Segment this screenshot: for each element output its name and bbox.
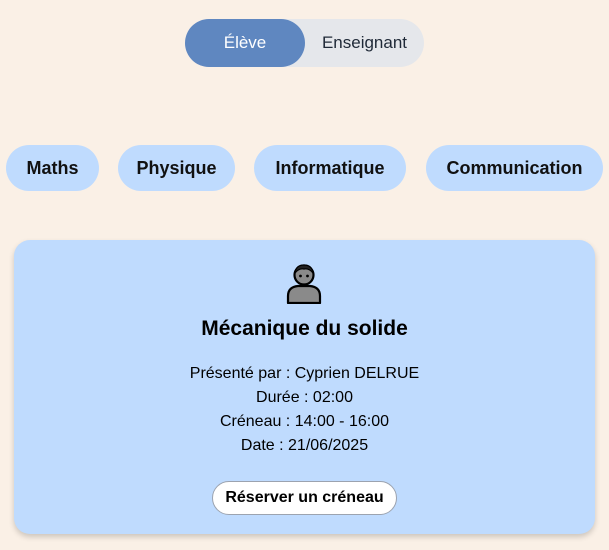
role-option-eleve[interactable]: Élève	[185, 19, 305, 67]
person-icon	[284, 262, 324, 305]
role-option-enseignant[interactable]: Enseignant	[305, 19, 424, 67]
subject-filter-communication[interactable]: Communication	[426, 145, 603, 191]
course-date: Date : 21/06/2025	[240, 437, 369, 454]
course-slot: Créneau : 14:00 - 16:00	[219, 413, 389, 430]
course-card: Mécanique du solide Présenté par : Cypri…	[14, 240, 595, 534]
subject-filter-physique[interactable]: Physique	[118, 145, 235, 191]
subject-filter-maths[interactable]: Maths	[6, 145, 99, 191]
course-presenter: Présenté par : Cyprien DELRUE	[189, 365, 420, 382]
course-duration: Durée : 02:00	[256, 389, 353, 406]
course-details: Présenté par : Cyprien DELRUE Durée : 02…	[14, 362, 595, 458]
subject-filter-informatique[interactable]: Informatique	[254, 145, 406, 191]
book-slot-button[interactable]: Réserver un créneau	[212, 481, 397, 515]
course-title: Mécanique du solide	[201, 317, 408, 340]
role-toggle: Élève Enseignant	[185, 19, 424, 67]
